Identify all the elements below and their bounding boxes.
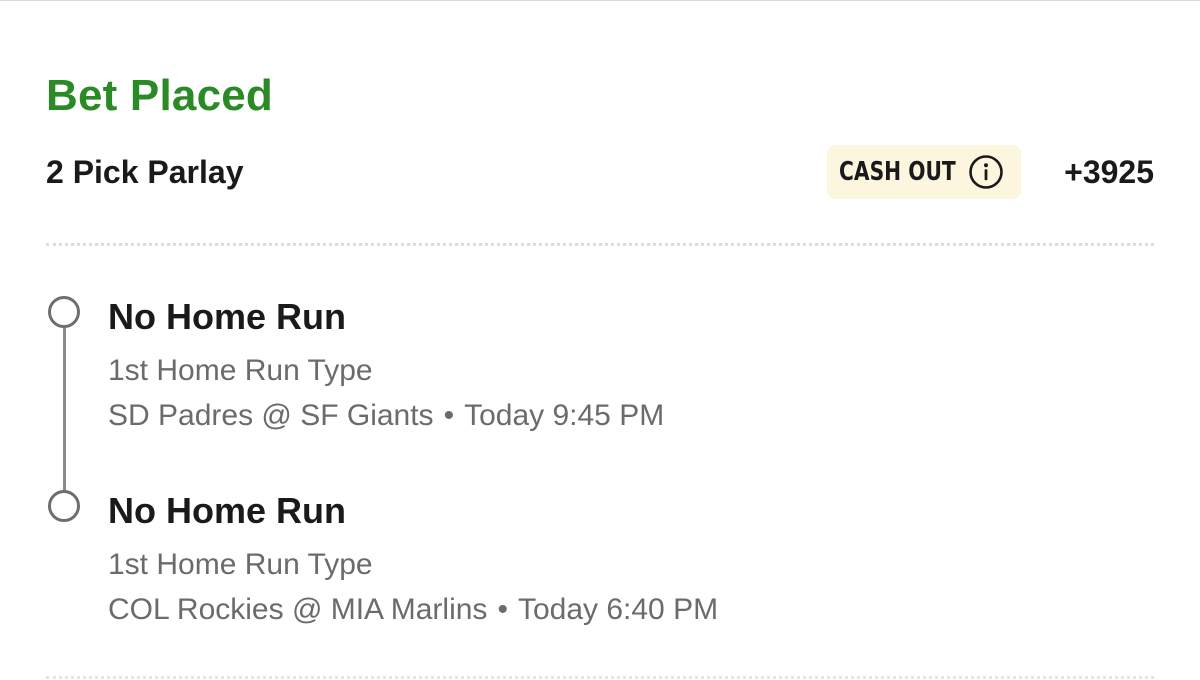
leg-time: Today 9:45 PM	[464, 399, 665, 432]
bet-slip-detail: Bet Placed 2 Pick Parlay CASH OUT +3925 …	[0, 0, 1200, 680]
leg-selection: No Home Run	[108, 490, 346, 531]
info-circle-icon[interactable]	[968, 154, 1004, 190]
bullet-separator: •	[497, 593, 508, 626]
leg-event-info: COL Rockies @ MIA Marlins • Today 6:40 PM	[108, 592, 718, 628]
cash-out-label: CASH OUT	[839, 157, 956, 187]
bet-type-label: 2 Pick Parlay	[46, 154, 244, 190]
top-divider	[0, 0, 1200, 1]
bullet-separator: •	[443, 399, 455, 432]
leg-status-circle-icon	[48, 296, 80, 328]
leg-status-circle-icon	[48, 490, 80, 522]
timeline-connector	[63, 328, 66, 492]
leg-market: 1st Home Run Type	[108, 548, 373, 581]
bottom-divider	[46, 676, 1154, 679]
leg-selection: No Home Run	[108, 296, 346, 337]
leg-matchup: SD Padres @ SF Giants	[108, 399, 434, 432]
dotted-divider	[46, 243, 1154, 246]
leg-event-info: SD Padres @ SF Giants • Today 9:45 PM	[108, 398, 664, 434]
leg-market: 1st Home Run Type	[108, 354, 373, 387]
bet-status-title: Bet Placed	[46, 71, 273, 120]
parlay-odds: +3925	[1064, 154, 1154, 190]
cash-out-button[interactable]: CASH OUT	[827, 145, 1021, 199]
leg-time: Today 6:40 PM	[517, 593, 719, 626]
leg-matchup: COL Rockies @ MIA Marlins	[108, 593, 488, 626]
